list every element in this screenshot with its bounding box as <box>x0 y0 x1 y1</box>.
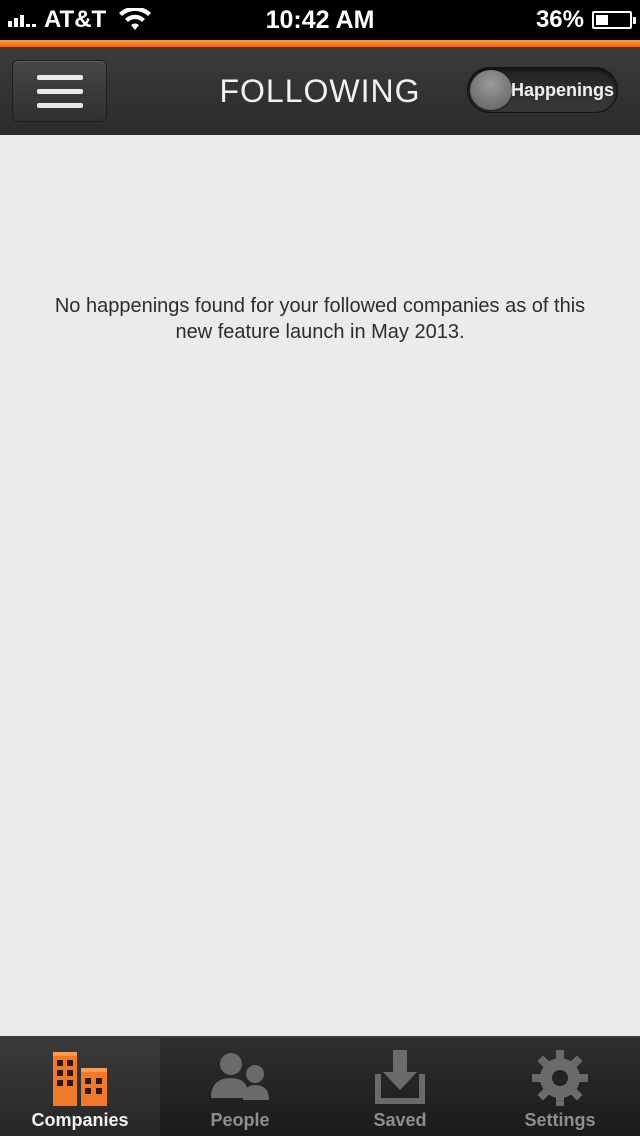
page-title: FOLLOWING <box>219 72 421 109</box>
tab-label: Settings <box>524 1110 596 1130</box>
tab-companies[interactable]: Companies <box>0 1038 160 1136</box>
tab-saved[interactable]: Saved <box>320 1038 480 1136</box>
status-bar: AT&T 10:42 AM 36% <box>0 0 640 40</box>
tab-people[interactable]: People <box>160 1038 320 1136</box>
empty-state-message: No happenings found for your followed co… <box>54 295 586 343</box>
gear-icon <box>532 1050 588 1106</box>
hamburger-icon-line <box>36 88 83 94</box>
toggle-label: Happenings <box>511 79 615 100</box>
tab-settings[interactable]: Settings <box>480 1038 640 1136</box>
hamburger-icon-line <box>36 74 83 80</box>
battery-level-fill <box>596 15 608 25</box>
battery-percent: 36% <box>535 6 584 33</box>
accent-stripe <box>0 40 640 47</box>
toggle-knob[interactable] <box>470 70 512 110</box>
nav-bar: FOLLOWING Happenings <box>0 47 640 135</box>
download-tray-icon <box>375 1050 425 1104</box>
menu-button[interactable] <box>12 60 107 122</box>
tab-label: Saved <box>373 1110 427 1130</box>
app-screen: AT&T 10:42 AM 36% FOLLOWING Happenings N… <box>0 0 640 1136</box>
battery-icon <box>592 11 636 29</box>
buildings-icon <box>53 1052 107 1106</box>
tab-bar: Companies People Saved Settings <box>0 1036 640 1136</box>
status-right: 36% <box>535 0 636 40</box>
happenings-toggle[interactable]: Happenings <box>467 67 618 113</box>
main-content: No happenings found for your followed co… <box>0 135 640 1036</box>
tab-label: Companies <box>31 1110 129 1130</box>
tab-label: People <box>210 1110 270 1130</box>
hamburger-icon-line <box>36 102 83 108</box>
people-icon <box>211 1053 269 1100</box>
